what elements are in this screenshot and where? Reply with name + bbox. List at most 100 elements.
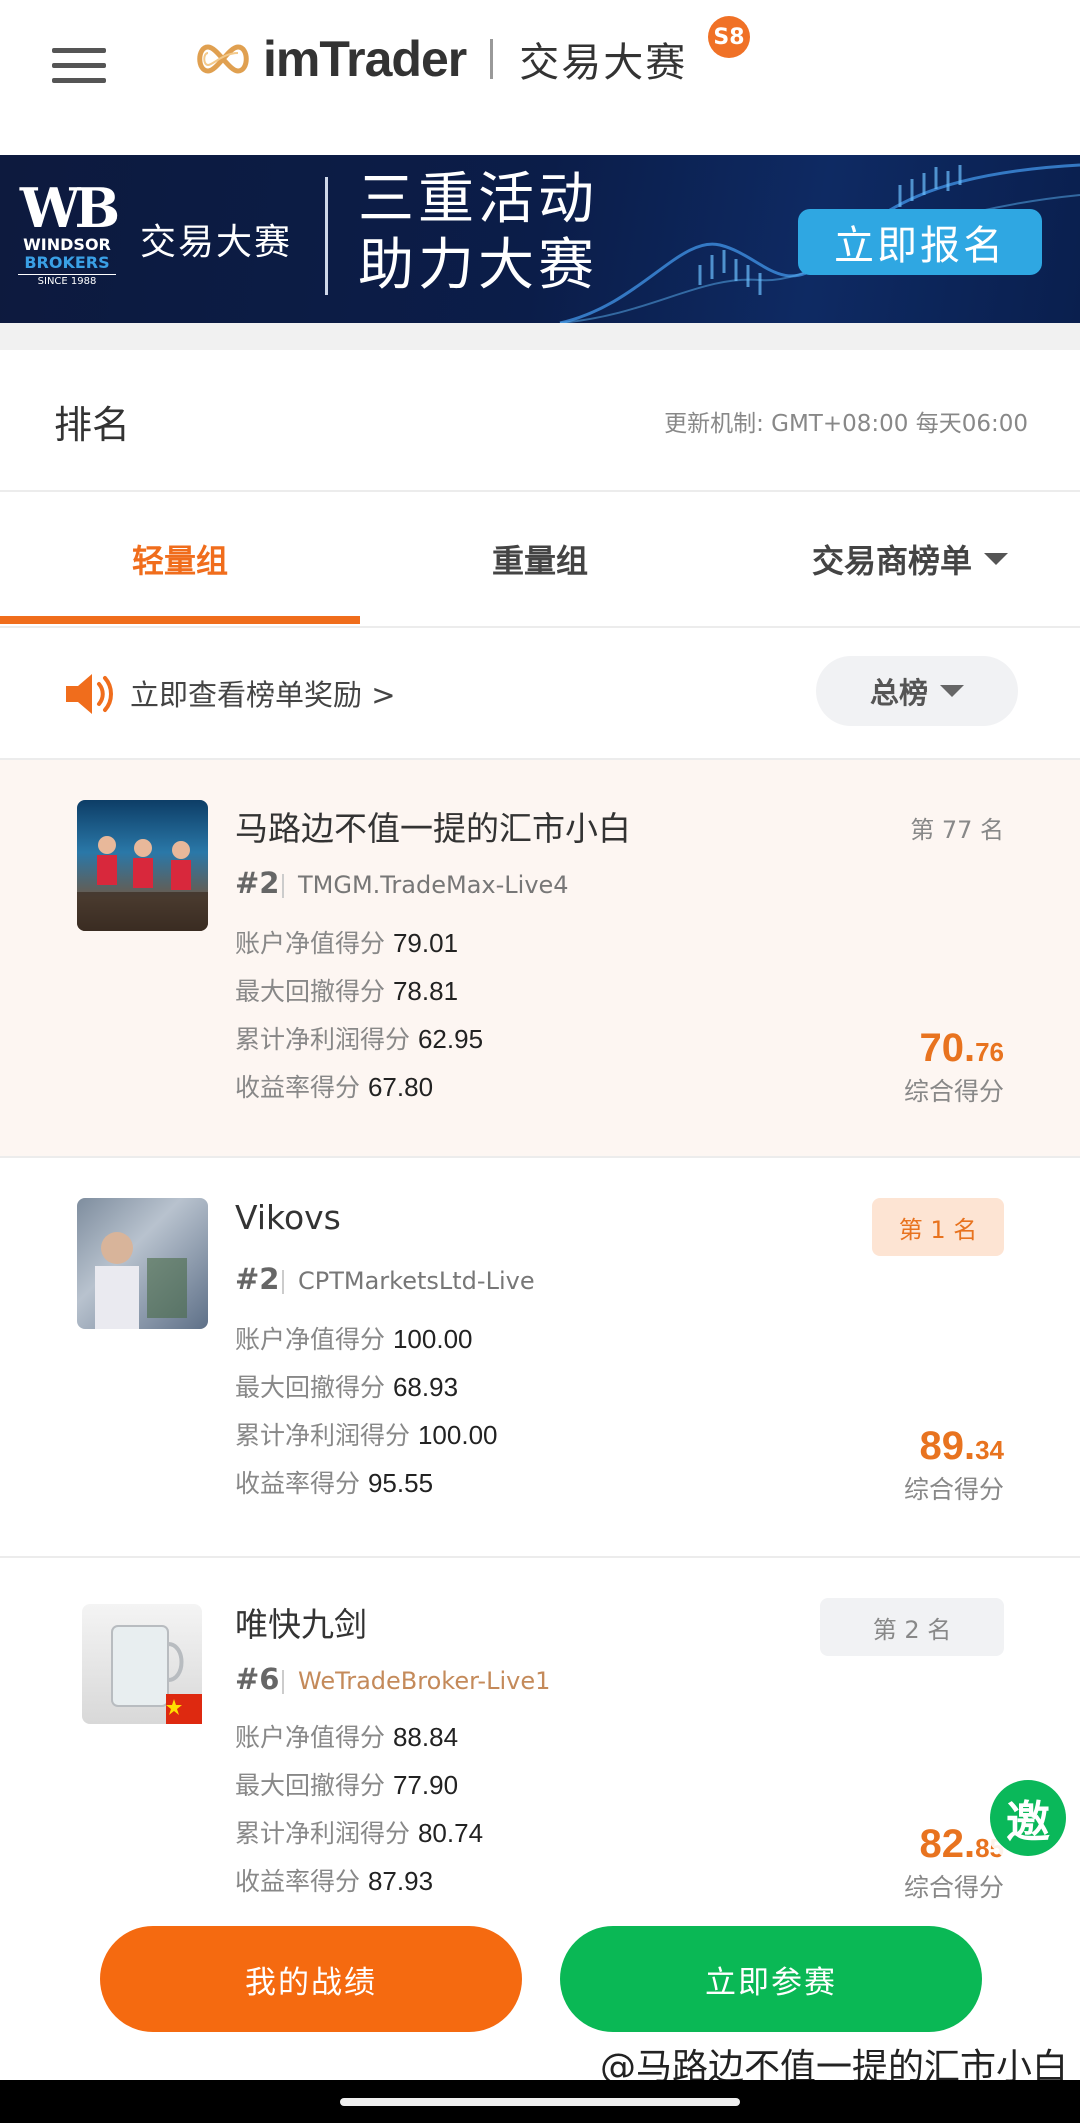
banner-headline-line1: 三重活动 [358,167,598,232]
avatar-photo-icon [95,1232,187,1329]
reward-notice-row: 立即查看榜单奖励 > 总榜 [0,628,1080,760]
banner-divider [325,177,328,295]
tab-light-group[interactable]: 轻量组 [0,492,360,626]
profit-label: 累计净利润得分 [235,1819,411,1848]
invite-button[interactable]: 邀 [990,1780,1066,1856]
wb-mark: WB [19,176,120,240]
banner-headline-line2: 助力大赛 [358,233,598,298]
app-header: imTrader 交易大赛 S8 [0,0,1080,155]
my-record-button[interactable]: 我的战绩 [100,1926,522,2032]
rank-place: 第 1 名 [872,1198,1004,1256]
rank-place: 第 77 名 [910,816,1004,844]
score-dec: 34 [975,1435,1004,1465]
tab-label: 交易商榜单 [811,542,972,580]
return-score: 收益率得分 67.80 [235,1068,433,1104]
broker-since: SINCE 1988 [18,274,116,289]
logo-divider [490,39,494,79]
drawdown-value: 77.90 [392,1770,459,1800]
tab-label: 轻量组 [131,542,228,580]
tab-heavy-group[interactable]: 重量组 [360,492,720,626]
section-gap [0,323,1080,350]
avatar [77,1198,208,1329]
drawdown-label: 最大回撤得分 [235,977,386,1006]
return-score: 收益率得分 95.55 [235,1464,433,1500]
ranking-title: 排名 [54,403,131,447]
ranking-card[interactable]: Vikovs 第 1 名 #2 CPTMarketsLtd-Live 账户净值得… [0,1158,1080,1558]
home-indicator [0,2080,1080,2123]
profit-score: 累计净利润得分 62.95 [235,1020,483,1056]
return-value: 87.93 [367,1866,434,1896]
logo-text: imTrader [263,31,467,87]
score-dec: 76 [975,1037,1004,1067]
profit-label: 累计净利润得分 [235,1025,411,1054]
profit-label: 累计净利润得分 [235,1421,411,1450]
composite-score: 70.76 [919,1026,1004,1071]
equity-value: 100.00 [392,1324,473,1354]
drawdown-score: 最大回撤得分 77.90 [235,1766,458,1802]
china-flag-icon [166,1694,202,1724]
tab-label: 重量组 [491,542,588,580]
view-rewards-link[interactable]: 立即查看榜单奖励 > [130,672,396,714]
join-now-button[interactable]: 立即参赛 [560,1926,982,2032]
equity-label: 账户净值得分 [235,929,386,958]
tab-broker-list[interactable]: 交易商榜单 [720,492,1080,626]
profit-value: 62.95 [417,1024,484,1054]
total-ranking-filter[interactable]: 总榜 [816,656,1018,726]
profit-value: 80.74 [417,1818,484,1848]
broker-line-2: BROKERS [24,253,110,272]
return-label: 收益率得分 [235,1469,361,1498]
equity-value: 88.84 [392,1722,459,1752]
drawdown-label: 最大回撤得分 [235,1771,386,1800]
return-score: 收益率得分 87.93 [235,1862,433,1898]
equity-score: 账户净值得分 100.00 [235,1320,473,1356]
ranking-header: 排名 更新机制: GMT+08:00 每天06:00 [0,350,1080,492]
divider [282,874,284,898]
logo-subtitle: 交易大赛 [519,40,688,86]
drawdown-value: 78.81 [392,976,459,1006]
rank-number: #2 [235,1262,280,1296]
caret-down-icon [940,685,964,697]
profit-score: 累计净利润得分 100.00 [235,1416,498,1452]
broker-account: TMGM.TradeMax-Live4 [298,871,569,899]
return-label: 收益率得分 [235,1073,361,1102]
composite-label: 综合得分 [903,1475,1004,1504]
composite-label: 综合得分 [903,1077,1004,1106]
return-label: 收益率得分 [235,1867,361,1896]
infinity-logo-icon [197,44,249,74]
user-name: 马路边不值一提的汇市小白 [235,809,631,848]
register-now-button[interactable]: 立即报名 [798,209,1042,275]
broker-account: CPTMarketsLtd-Live [298,1267,535,1295]
divider [282,1670,284,1694]
windsor-brokers-logo: WB WINDSOR BROKERS SINCE 1988 [18,176,120,289]
profit-value: 100.00 [417,1420,498,1450]
rank-number: #6 [235,1662,280,1696]
season-badge: S8 [708,16,750,58]
group-tabs: 轻量组 重量组 交易商榜单 [0,492,1080,628]
ranking-card[interactable]: 唯快九剑 第 2 名 #6 WeTradeBroker-Live1 账户净值得分… [0,1558,1080,1900]
banner-subtitle: 交易大赛 [140,222,293,263]
speaker-icon [66,674,113,714]
drawdown-score: 最大回撤得分 78.81 [235,972,458,1008]
equity-score: 账户净值得分 88.84 [235,1718,458,1754]
broker-account: WeTradeBroker-Live1 [298,1667,551,1695]
caret-down-icon [984,553,1008,565]
drawdown-score: 最大回撤得分 68.93 [235,1368,458,1404]
rank-number: #2 [235,866,280,900]
update-schedule: 更新机制: GMT+08:00 每天06:00 [664,411,1028,437]
menu-icon[interactable] [52,48,106,83]
equity-label: 账户净值得分 [235,1723,386,1752]
score-int: 70. [919,1026,976,1070]
profit-score: 累计净利润得分 80.74 [235,1814,483,1850]
home-indicator-bar[interactable] [340,2098,740,2106]
broker-line-1: WINDSOR [23,235,111,254]
ranking-card[interactable]: 马路边不值一提的汇市小白 第 77 名 #2 TMGM.TradeMax-Liv… [0,760,1080,1158]
promo-banner[interactable]: WB WINDSOR BROKERS SINCE 1988 交易大赛 三重活动 … [0,155,1080,323]
active-tab-indicator [0,616,360,624]
banner-headline: 三重活动 助力大赛 [358,167,598,299]
divider [282,1270,284,1294]
equity-label: 账户净值得分 [235,1325,386,1354]
avatar [77,800,208,931]
user-name: 唯快九剑 [235,1605,367,1644]
composite-label: 综合得分 [903,1873,1004,1900]
avatar-photo-icon [77,836,208,931]
